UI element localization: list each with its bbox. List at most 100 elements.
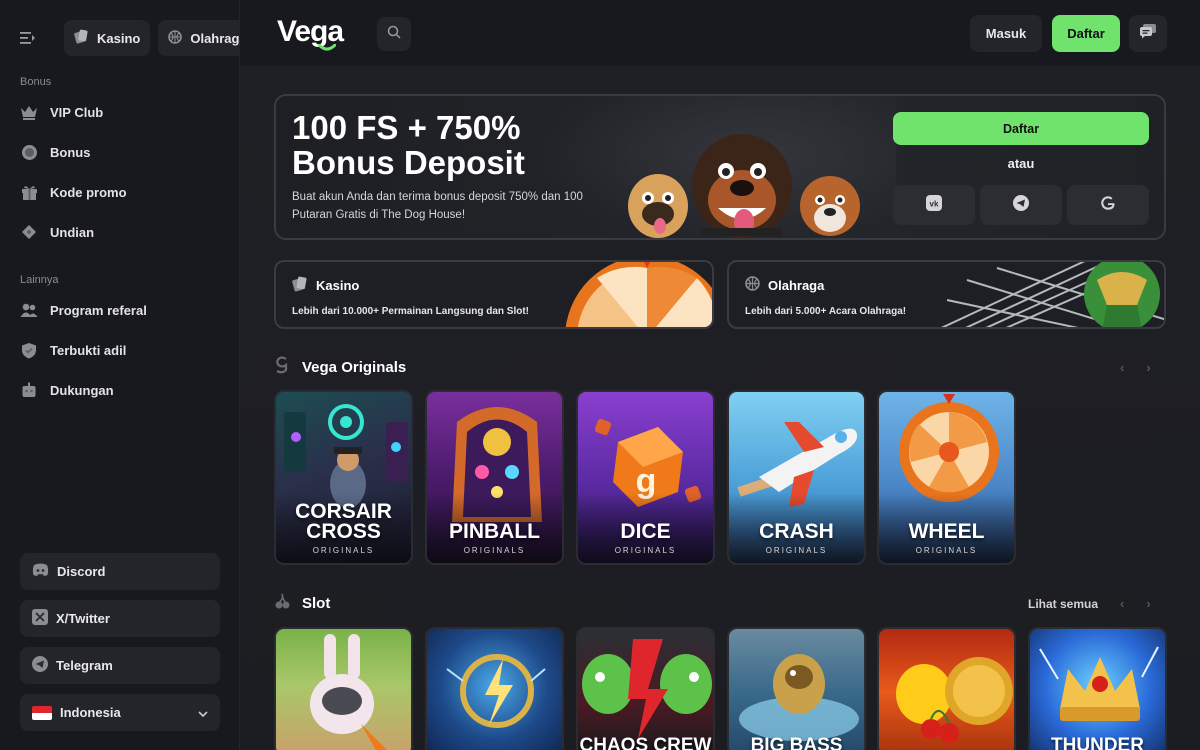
casino-card-label: Kasino [316,278,360,293]
sidebar-item-label: Kode promo [50,184,127,200]
robot-icon [20,381,38,399]
slot-card-big-bass[interactable]: BIG BASS [727,627,866,750]
telegram-login-button[interactable] [980,185,1062,225]
vega-logo[interactable]: Vega [277,15,344,51]
slot-card-5[interactable] [877,627,1016,750]
search-icon [387,25,401,44]
vk-login-button[interactable]: vk [893,185,975,225]
language-select[interactable]: Indonesia [20,694,220,731]
google-login-button[interactable] [1067,185,1149,225]
hero-title-line2: Bonus Deposit [292,144,525,181]
main-content: 100 FS + 750% Bonus Deposit Buat akun An… [240,66,1200,750]
game-subtitle: ORIGINALS [463,546,526,555]
chat-button[interactable] [1129,15,1167,52]
sports-card-title: Olahraga [745,276,824,294]
ticket-icon [20,223,38,241]
hero-description: Buat akun Anda dan terima bonus deposit … [292,191,583,221]
tab-olahraga-label: Olahraga [190,30,247,46]
sidebar-item-bonus[interactable]: Bonus [0,132,239,172]
section-label-lainnya: Lainnya [20,274,59,286]
twitter-link[interactable]: X/Twitter [20,600,220,637]
search-button[interactable] [377,17,411,51]
discord-icon [32,563,49,580]
crown-icon [20,103,38,121]
vega-g-icon [274,356,290,378]
game-title-line1: CORSAIR [295,500,392,523]
chevron-right-icon[interactable]: › [1146,360,1150,375]
game-title-line2: CROSS [306,520,381,543]
game-subtitle: ORIGINALS [765,546,828,555]
game-card-dice[interactable]: g DICE ORIGINALS [576,390,715,565]
slot-card-1[interactable] [274,627,413,750]
hero-title: 100 FS + 750% Bonus Deposit [292,110,612,180]
sidebar-item-label: Dukungan [50,382,114,398]
originals-carousel-nav: ‹ › [1120,360,1151,375]
telegram-label: Telegram [56,658,113,673]
slot-card-chaos-crew[interactable]: CHAOS CREW [576,627,715,750]
casino-card-title: Kasino [292,276,359,295]
collapse-menu-icon[interactable] [20,28,36,48]
hero-or-label: atau [1007,156,1035,171]
vk-icon: vk [926,194,942,216]
game-card-crash[interactable]: CRASH ORIGINALS [727,390,866,565]
sidebar-item-dukungan[interactable]: Dukungan [0,370,239,410]
sidebar-item-undian[interactable]: Undian [0,212,239,252]
hero-title-line1: 100 FS + 750% [292,109,521,146]
rabbit-art [310,634,387,750]
slot-title: THUNDER [1051,735,1144,750]
sidebar-item-terbukti-adil[interactable]: Terbukti adil [0,330,239,370]
game-title-line2: DICE [620,520,671,543]
svg-text:vk: vk [930,199,939,208]
language-label: Indonesia [60,705,121,720]
chat-icon [1139,23,1157,44]
casino-card-description: Lebih dari 10.000+ Permainan Langsung da… [292,306,530,317]
twitter-label: X/Twitter [56,611,110,626]
crown-art [1039,646,1159,721]
sports-card-description: Lebih dari 5.000+ Acara Olahraga! [745,306,907,317]
sidebar-top: Kasino Olahraga [0,0,257,56]
sidebar-item-vip-club[interactable]: VIP Club [0,92,239,132]
game-card-pinball[interactable]: PINBALL ORIGINALS [425,390,564,565]
casino-category-card[interactable]: Kasino Lebih dari 10.000+ Permainan Lang… [274,260,714,329]
login-button[interactable]: Masuk [970,15,1042,52]
logo-accent-icon [318,44,336,51]
discord-link[interactable]: Discord [20,553,220,590]
sidebar: Kasino Olahraga Bonus VIP Club Bonus Kod… [0,0,257,750]
telegram-link[interactable]: Telegram [20,647,220,684]
see-all-link[interactable]: Lihat semua [1028,597,1098,611]
big-bass-art [739,654,859,741]
casino-wheel-art [565,262,712,327]
sidebar-item-program-referal[interactable]: Program referal [0,290,239,330]
slot-card-2[interactable] [425,627,564,750]
sports-goal-net-art [941,262,1164,327]
sports-category-card[interactable]: Olahraga Lebih dari 5.000+ Acara Olahrag… [727,260,1166,329]
sports-card-label: Olahraga [768,277,825,293]
cards-icon [292,276,308,295]
slot-card-thunder[interactable]: THUNDER [1028,627,1167,750]
register-button[interactable]: Daftar [1052,15,1120,52]
tab-kasino[interactable]: Kasino [64,20,151,56]
telegram-icon [32,656,48,675]
chevron-right-icon[interactable]: › [1146,596,1150,611]
game-title-line2: CRASH [759,520,834,543]
game-title-line2: PINBALL [449,520,540,543]
game-title-line2: WHEEL [908,520,985,543]
chevron-left-icon[interactable]: ‹ [1120,360,1124,375]
x-icon [32,609,48,628]
originals-title: Vega Originals [302,358,407,376]
cards-icon [74,29,89,47]
slot-title: Slot [302,594,331,612]
shield-icon [20,341,38,359]
game-subtitle: ORIGINALS [614,546,677,555]
chevron-down-icon [198,705,208,720]
hero-register-button[interactable]: Daftar [893,112,1149,145]
game-card-wheel[interactable]: WHEEL ORIGINALS [877,390,1016,565]
chevron-left-icon[interactable]: ‹ [1120,596,1124,611]
game-card-corsair-cross[interactable]: CORSAIR CROSS ORIGINALS [274,390,413,565]
sidebar-item-kode-promo[interactable]: Kode promo [0,172,239,212]
section-label-bonus: Bonus [20,76,52,88]
telegram-icon [1013,194,1029,216]
indonesia-flag-icon [32,705,52,720]
coin-icon [20,143,38,161]
sidebar-item-label: VIP Club [50,104,104,120]
